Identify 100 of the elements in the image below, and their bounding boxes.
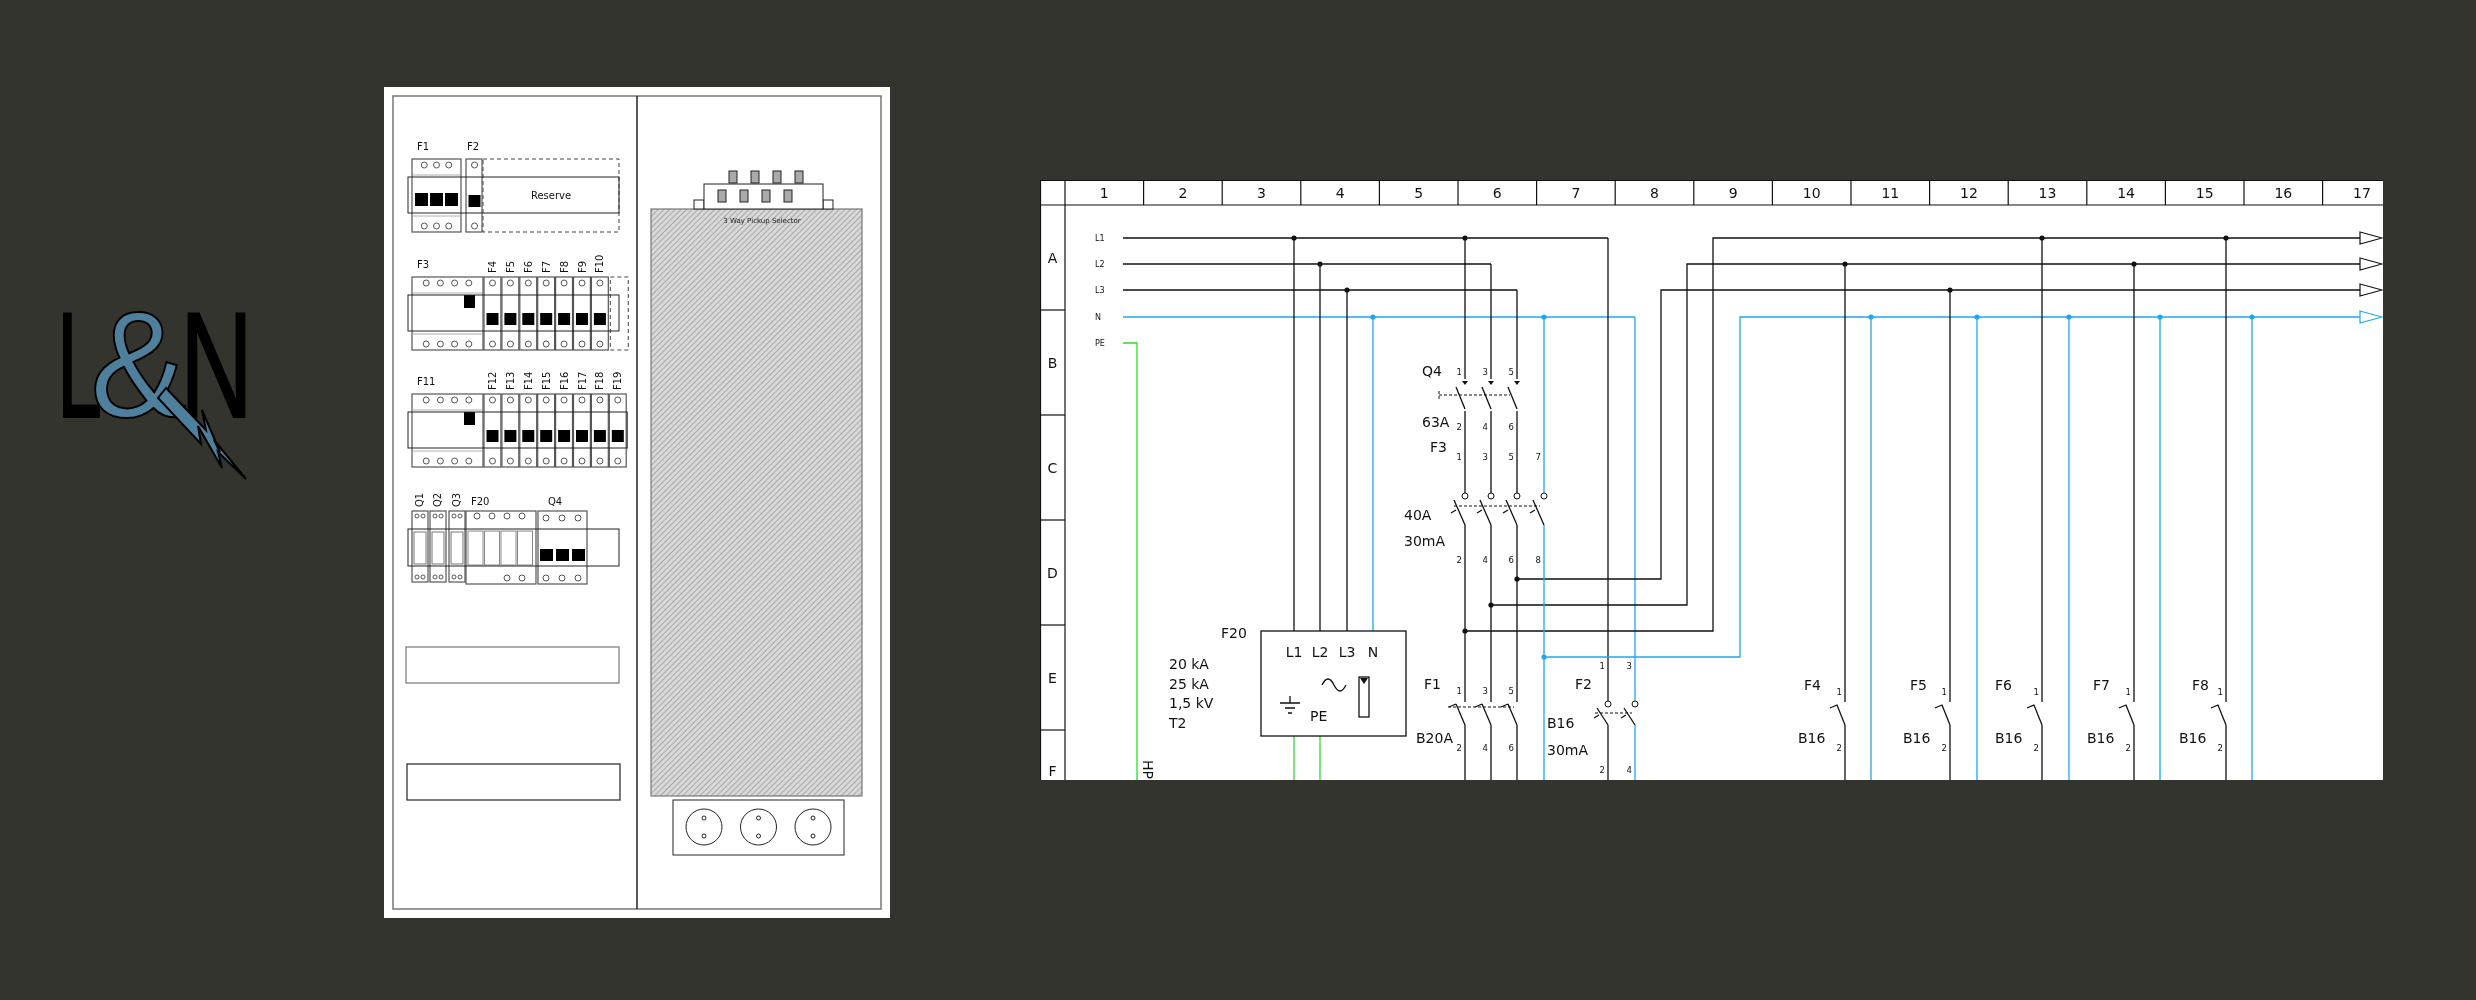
- terminal-number: 1: [2125, 687, 2131, 697]
- device-label: F8: [2192, 677, 2209, 693]
- bus-label: PE: [1095, 339, 1105, 348]
- column-number: 17: [2353, 185, 2371, 201]
- cable-label: HP: [1140, 760, 1156, 779]
- column-number: 16: [2274, 185, 2293, 201]
- terminal-number: 5: [1508, 686, 1514, 696]
- terminal-label: L2: [1311, 644, 1329, 660]
- terminal-number: 2: [1456, 743, 1462, 753]
- terminal-number: 1: [1456, 367, 1462, 377]
- device-label: F5: [1910, 677, 1927, 693]
- terminal-number: 5: [1508, 367, 1514, 377]
- device-label: F4: [487, 260, 498, 273]
- device-label: Q3: [451, 492, 462, 507]
- rating-label: B16: [1995, 730, 2023, 746]
- terminal-number: 2: [1599, 765, 1605, 775]
- column-number: 4: [1335, 185, 1345, 201]
- junction-dot: [1317, 261, 1323, 267]
- reserve-label: Reserve: [530, 190, 572, 201]
- column-number: 1: [1099, 185, 1109, 201]
- breaker-symbol: [1829, 704, 1846, 726]
- device-label: F2: [467, 141, 480, 152]
- spec-label: 20 kA: [1169, 656, 1209, 672]
- terminal-number: 2: [2217, 743, 2223, 753]
- terminal-number: 1: [1599, 661, 1605, 671]
- device-label: F1: [1424, 676, 1441, 692]
- rating-label: B20A: [1416, 730, 1453, 746]
- device-label: F13: [504, 371, 516, 390]
- terminal-number: 3: [1482, 686, 1488, 696]
- terminal-number: 2: [2125, 743, 2131, 753]
- column-number: 3: [1257, 185, 1266, 201]
- device-label: F6: [1995, 677, 2012, 693]
- junction-dot: [2157, 314, 2163, 320]
- junction-dot: [1344, 287, 1350, 293]
- column-number: 6: [1492, 185, 1502, 201]
- device-label: F20: [1221, 625, 1247, 641]
- terminal-label: N: [1367, 644, 1379, 660]
- rating-label: B16: [1547, 715, 1575, 731]
- device-label: Q1: [414, 492, 425, 507]
- column-number: 7: [1571, 185, 1581, 201]
- wire: [1634, 724, 1636, 780]
- rating-label: 63A: [1422, 414, 1450, 430]
- junction-dot: [2249, 314, 2255, 320]
- device-label: Q2: [432, 492, 443, 507]
- terminal-number: 3: [1482, 367, 1488, 377]
- device-label: F11: [417, 376, 436, 387]
- terminal-label: PE: [1310, 708, 1328, 724]
- sensitivity-label: 30mA: [1547, 742, 1589, 758]
- column-number: 2: [1178, 185, 1188, 201]
- arrow-icon: [2359, 310, 2383, 324]
- bus-label: L1: [1095, 234, 1105, 243]
- terminal-number: 2: [2033, 743, 2039, 753]
- junction-dot: [2223, 235, 2229, 241]
- terminal-number: 8: [1535, 555, 1541, 565]
- terminal-number: 2: [1836, 743, 1842, 753]
- terminal-number: 4: [1482, 555, 1488, 565]
- rating-label: B16: [1798, 730, 1826, 746]
- device-label: F14: [522, 371, 534, 390]
- breaker-symbol: [2118, 704, 2135, 726]
- socket-icon: [740, 808, 777, 846]
- arrow-icon: [2359, 283, 2383, 297]
- device-label: F8: [558, 260, 570, 273]
- device-label: F12: [487, 371, 498, 390]
- device-label: F3: [417, 259, 430, 270]
- terminal-number: 2: [1456, 422, 1462, 432]
- wire: [1319, 735, 1321, 780]
- junction-dot: [1488, 602, 1494, 608]
- terminal-number: 7: [1535, 452, 1541, 462]
- breaker-symbol: [2210, 704, 2227, 726]
- column-number: 8: [1650, 185, 1659, 201]
- device-label: Q4: [548, 496, 563, 507]
- device-label: F7: [2093, 677, 2110, 693]
- row-letter: B: [1047, 355, 1058, 371]
- bus-label: L3: [1095, 286, 1105, 295]
- device-label: F1: [417, 141, 430, 152]
- terminal-number: 4: [1482, 743, 1488, 753]
- rating-label: B16: [1903, 730, 1931, 746]
- device-label: F2: [1575, 676, 1592, 692]
- row-letter: D: [1047, 565, 1058, 581]
- junction-dot: [1974, 314, 1980, 320]
- terminal-number: 4: [1482, 422, 1488, 432]
- terminal-number: 2: [1941, 743, 1947, 753]
- wire: [1293, 735, 1295, 780]
- row-letter: F: [1048, 763, 1057, 779]
- column-number: 13: [2038, 185, 2057, 201]
- terminal-number: 1: [1456, 686, 1462, 696]
- wire: [1607, 724, 1609, 780]
- junction-dot: [1541, 654, 1547, 660]
- terminal-number: 1: [2217, 687, 2223, 697]
- rcbo-symbol: [1593, 700, 1639, 726]
- terminal-label: L1: [1285, 644, 1303, 660]
- row-letter: E: [1048, 670, 1057, 686]
- device-label: F10: [594, 254, 606, 273]
- junction-dot: [1462, 628, 1468, 634]
- column-number: 14: [2117, 185, 2135, 201]
- column-number: 9: [1728, 185, 1738, 201]
- junction-dot: [1541, 314, 1547, 320]
- breaker-symbol: [1934, 704, 1951, 726]
- junction-dot: [2131, 261, 2137, 267]
- junction-dot: [1947, 287, 1953, 293]
